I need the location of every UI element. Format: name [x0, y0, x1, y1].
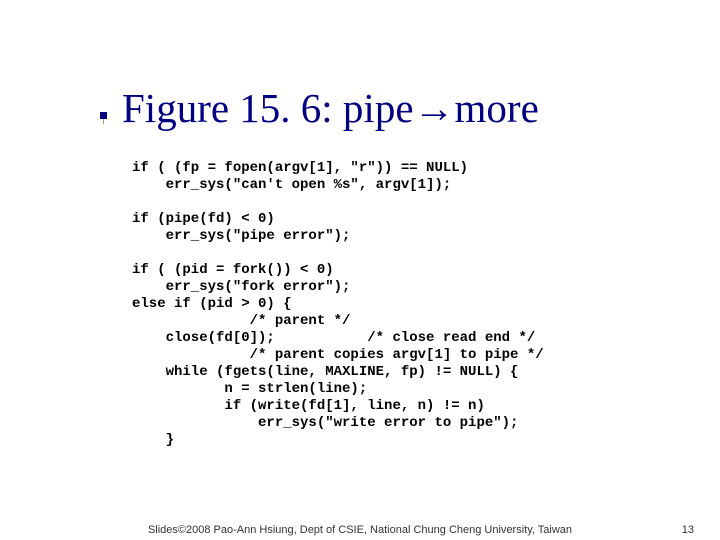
code-line: /* parent copies argv[1] to pipe */ — [132, 347, 544, 363]
title-prefix: Figure 15. 6: pipe — [122, 85, 414, 131]
code-line: err_sys("write error to pipe"); — [132, 415, 518, 431]
code-line: close(fd[0]); /* close read end */ — [132, 330, 535, 346]
page-number: 13 — [682, 524, 694, 536]
code-line: } — [132, 432, 174, 448]
code-line: if (pipe(fd) < 0) — [132, 211, 275, 227]
title-bullet-marker — [100, 112, 107, 119]
title-suffix: more — [455, 85, 539, 131]
code-line: /* parent */ — [132, 313, 350, 329]
code-line: err_sys("fork error"); — [132, 279, 350, 295]
code-line: if (write(fd[1], line, n) != n) — [132, 398, 485, 414]
code-line: n = strlen(line); — [132, 381, 367, 397]
code-block: if ( (fp = fopen(argv[1], "r")) == NULL)… — [132, 160, 544, 449]
slide-title: Figure 15. 6: pipe→more — [122, 84, 539, 132]
arrow-right-icon: → — [414, 85, 455, 131]
code-line: if ( (pid = fork()) < 0) — [132, 262, 334, 278]
code-line: else if (pid > 0) { — [132, 296, 292, 312]
footer-credit: Slides©2008 Pao-Ann Hsiung, Dept of CSIE… — [0, 524, 720, 536]
code-line: if ( (fp = fopen(argv[1], "r")) == NULL) — [132, 160, 468, 176]
code-line: while (fgets(line, MAXLINE, fp) != NULL)… — [132, 364, 518, 380]
code-line: err_sys("can't open %s", argv[1]); — [132, 177, 451, 193]
code-line: err_sys("pipe error"); — [132, 228, 350, 244]
slide: Figure 15. 6: pipe→more if ( (fp = fopen… — [0, 0, 720, 540]
